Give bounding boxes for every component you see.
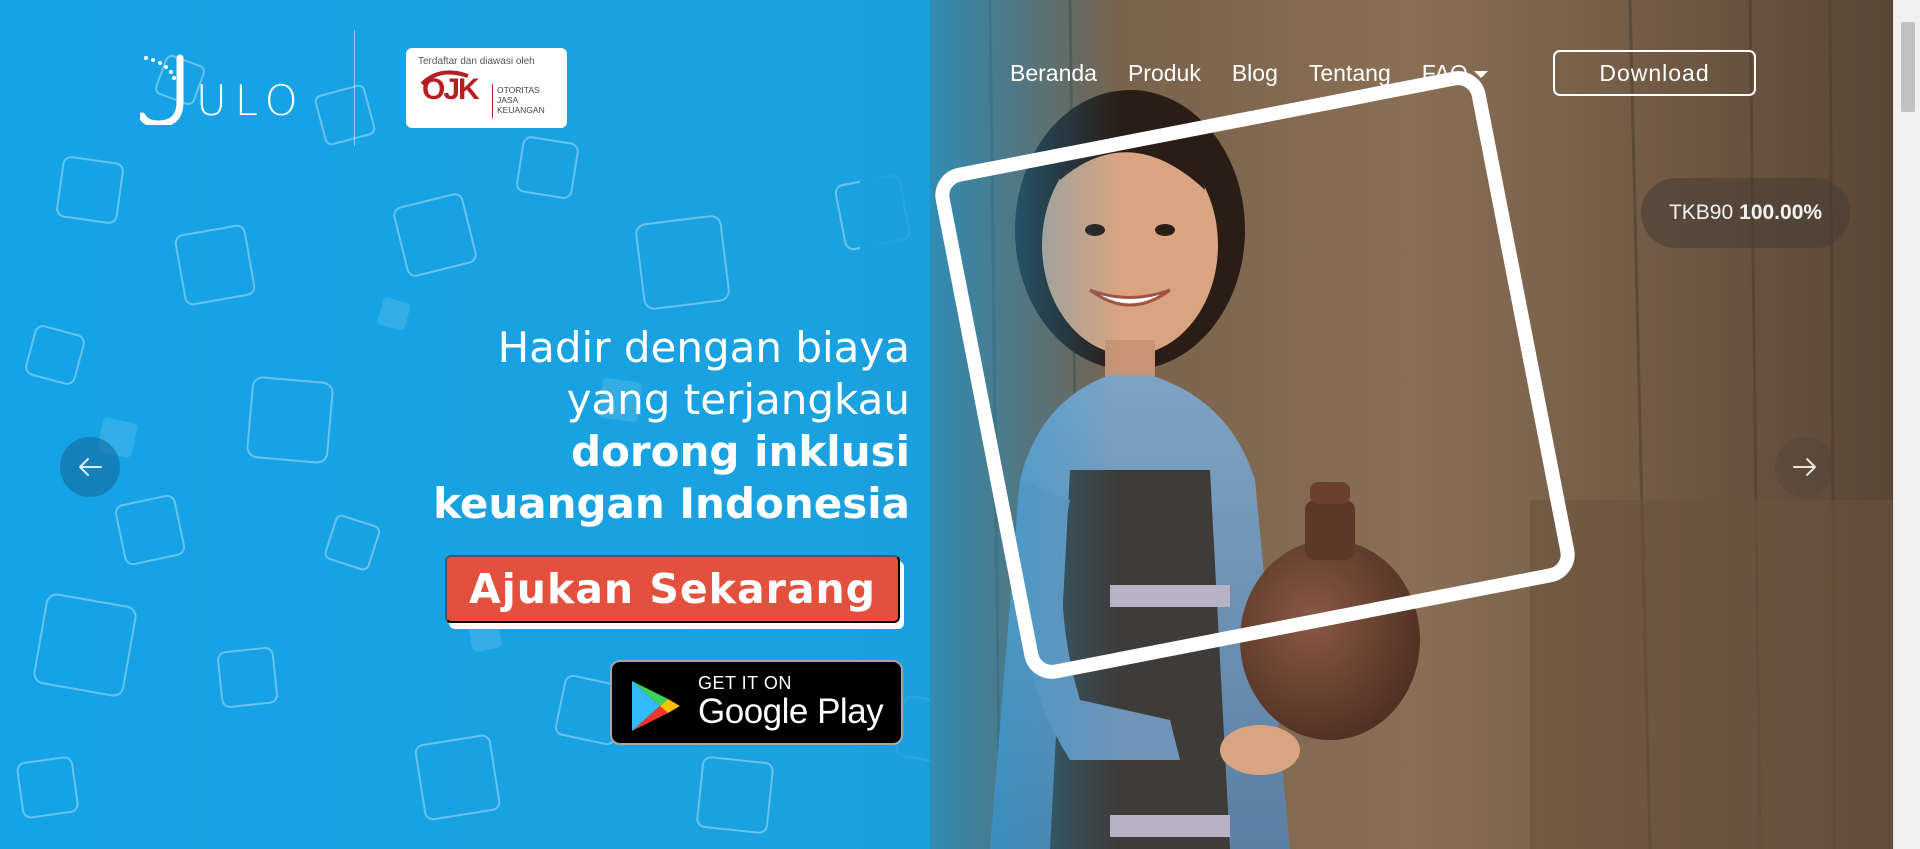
tkb-value: 100.00% (1739, 201, 1823, 224)
photo-frame-decoration (930, 66, 1580, 684)
arrow-left-icon (79, 458, 102, 476)
ojk-name: OTORITAS JASA KEUANGAN (497, 85, 545, 115)
arrow-right-icon (1793, 458, 1816, 476)
headline-line-bold: dorong inklusi (571, 427, 910, 476)
ojk-badge: Terdaftar dan diawasi oleh OJK OTORITAS … (406, 48, 567, 128)
nav-tentang[interactable]: Tentang (1309, 60, 1391, 87)
main-nav: Beranda Produk Blog Tentang FAQ (1010, 60, 1519, 87)
ojk-name-line: KEUANGAN (497, 105, 545, 115)
google-play-big-text: Google Play (698, 692, 884, 731)
headline-line-bold: keuangan Indonesia (433, 479, 910, 528)
nav-blog[interactable]: Blog (1232, 60, 1278, 87)
ojk-caption: Terdaftar dan diawasi oleh (418, 56, 535, 67)
tkb-label: TKB90 (1668, 201, 1734, 224)
nav-faq-dropdown[interactable]: FAQ (1422, 60, 1488, 87)
ojk-separator (492, 84, 493, 118)
hero-headline: Hadir dengan biaya yang terjangkau doron… (380, 322, 910, 530)
scrollbar-thumb[interactable] (1901, 22, 1915, 112)
apply-now-button[interactable]: Ajukan Sekarang (445, 555, 900, 623)
ojk-logo-mark: OJK (422, 73, 480, 106)
tkb-badge: TKB90 100.00% (1641, 178, 1850, 248)
google-play-icon (632, 681, 680, 731)
ojk-name-line: OTORITAS (497, 85, 540, 95)
carousel-prev-button[interactable] (60, 437, 120, 497)
download-button[interactable]: Download (1553, 50, 1756, 96)
header-divider (354, 30, 355, 146)
chevron-down-icon (1473, 71, 1488, 78)
nav-produk[interactable]: Produk (1128, 60, 1201, 87)
nav-faq-label: FAQ (1421, 60, 1468, 86)
page-scrollbar[interactable] (1893, 0, 1920, 849)
headline-line: Hadir dengan biaya (497, 323, 910, 372)
ojk-name-line: JASA (497, 95, 519, 105)
carousel-next-button[interactable] (1775, 437, 1835, 497)
hero-banner: ULO Terdaftar dan diawasi oleh OJK OTORI… (0, 0, 1893, 849)
google-play-small-text: GET IT ON (698, 673, 792, 693)
google-play-badge[interactable]: GET IT ON Google Play (610, 660, 903, 745)
nav-beranda[interactable]: Beranda (1010, 60, 1097, 87)
headline-line: yang terjangkau (566, 375, 910, 424)
logo-wordmark[interactable]: ULO (196, 76, 306, 125)
